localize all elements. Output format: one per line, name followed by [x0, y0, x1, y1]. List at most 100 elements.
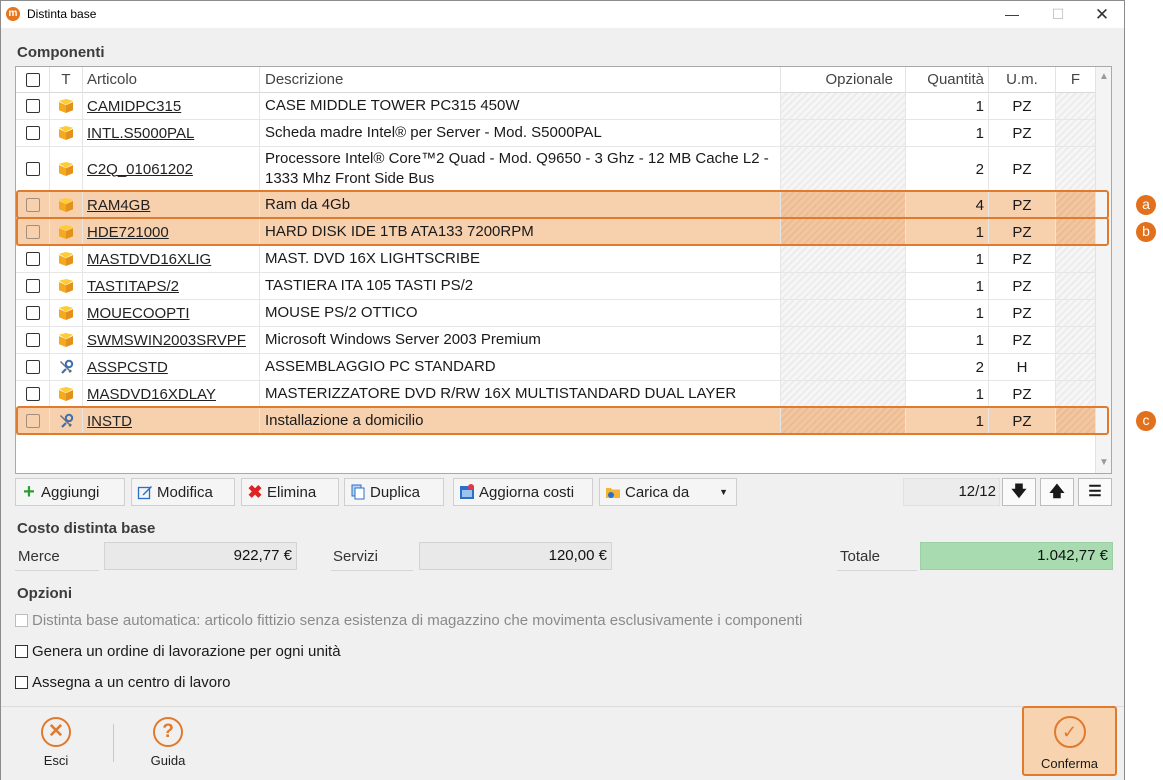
row-checkbox[interactable] — [25, 162, 40, 176]
callout-badge: c — [1136, 411, 1156, 431]
row-article-link[interactable]: INTL.S5000PAL — [83, 120, 260, 146]
load-from-dropdown[interactable]: Carica da ▼ — [599, 478, 737, 506]
row-article-link[interactable]: CAMIDPC315 — [83, 93, 260, 119]
title-bar: m Distinta base — ☐ ✕ — [1, 1, 1124, 28]
row-optional-cell — [781, 246, 906, 272]
col-optional[interactable]: Opzionale — [781, 67, 906, 93]
col-article[interactable]: Articolo — [83, 67, 260, 93]
move-down-button[interactable]: 🡇 — [1002, 478, 1036, 506]
row-article-link[interactable]: MASTDVD16XLIG — [83, 246, 260, 272]
col-quantity[interactable]: Quantità — [906, 67, 989, 93]
row-select-cell — [16, 300, 50, 326]
row-article-link[interactable]: SWMSWIN2003SRVPF — [83, 327, 260, 353]
row-quantity: 1 — [906, 381, 989, 407]
minimize-button[interactable]: — — [989, 1, 1035, 28]
work-center-option[interactable]: Assegna a un centro di lavoro — [15, 674, 230, 691]
options-section-title: Opzioni — [17, 585, 72, 602]
work-order-option[interactable]: Genera un ordine di lavorazione per ogni… — [15, 643, 341, 660]
delete-x-icon: ✖ — [247, 482, 263, 502]
table-row[interactable]: SWMSWIN2003SRVPF Microsoft Windows Server… — [16, 327, 1096, 354]
table-row[interactable]: CAMIDPC315 CASE MIDDLE TOWER PC315 450W 1 P… — [16, 93, 1096, 120]
table-row[interactable]: MASTDVD16XLIG MAST. DVD 16X LIGHTSCRIBE 1 P… — [16, 246, 1096, 273]
move-up-button[interactable]: 🡅 — [1040, 478, 1074, 506]
row-type-cell — [50, 354, 83, 380]
col-f[interactable]: F — [1056, 67, 1096, 93]
edit-icon — [137, 484, 153, 500]
row-article-link[interactable]: TASTITAPS/2 — [83, 273, 260, 299]
row-description: MASTERIZZATORE DVD R/RW 16X MULTISTANDAR… — [260, 381, 781, 407]
table-row[interactable]: INTL.S5000PAL Scheda madre Intel® per Ser… — [16, 120, 1096, 147]
row-unit: PZ — [989, 381, 1056, 407]
row-checkbox[interactable] — [25, 252, 40, 266]
row-f-cell — [1056, 300, 1096, 326]
row-description: MOUSE PS/2 OTTICO — [260, 300, 781, 326]
row-article-link[interactable]: MOUECOOPTI — [83, 300, 260, 326]
row-description: TASTIERA ITA 105 TASTI PS/2 — [260, 273, 781, 299]
row-select-cell — [16, 381, 50, 407]
work-center-checkbox[interactable] — [15, 676, 28, 689]
maximize-button[interactable]: ☐ — [1035, 1, 1081, 28]
select-all-checkbox[interactable] — [25, 73, 40, 88]
add-button[interactable]: + Aggiungi — [15, 478, 125, 506]
work-center-label[interactable]: Assegna a un centro di lavoro — [32, 674, 230, 691]
row-type-cell — [50, 300, 83, 326]
row-f-cell — [1056, 354, 1096, 380]
menu-button[interactable]: ☰ — [1078, 478, 1112, 506]
row-checkbox[interactable] — [25, 279, 40, 293]
total-label-underline — [837, 570, 917, 571]
row-quantity: 2 — [906, 354, 989, 380]
col-description[interactable]: Descrizione — [260, 67, 781, 93]
row-article-link[interactable]: ASSPCSTD — [83, 354, 260, 380]
row-checkbox[interactable] — [25, 126, 40, 140]
row-article-link[interactable]: MASDVD16XDLAY — [83, 381, 260, 407]
work-order-checkbox[interactable] — [15, 645, 28, 658]
row-quantity: 1 — [906, 93, 989, 119]
load-from-label: Carica da — [625, 483, 690, 501]
row-checkbox[interactable] — [25, 99, 40, 113]
delete-button[interactable]: ✖ Elimina — [241, 478, 339, 506]
table-row[interactable]: C2Q_01061202 Processore Intel® Core™2 Qua… — [16, 147, 1096, 192]
duplicate-button[interactable]: Duplica — [344, 478, 444, 506]
confirm-button[interactable]: ✓ Conferma — [1022, 706, 1117, 776]
col-unit[interactable]: U.m. — [989, 67, 1056, 93]
box-icon — [59, 333, 73, 347]
select-all-cell — [16, 67, 50, 93]
row-checkbox[interactable] — [25, 387, 40, 401]
table-row[interactable]: TASTITAPS/2 TASTIERA ITA 105 TASTI PS/2 1 P… — [16, 273, 1096, 300]
table-row[interactable]: MOUECOOPTI MOUSE PS/2 OTTICO 1 PZ — [16, 300, 1096, 327]
work-order-label[interactable]: Genera un ordine di lavorazione per ogni… — [32, 643, 341, 660]
help-button[interactable]: ? Guida — [138, 717, 198, 768]
box-icon — [59, 387, 73, 401]
goods-label-underline — [15, 570, 99, 571]
row-article-link[interactable]: C2Q_01061202 — [83, 147, 260, 191]
exit-button[interactable]: ✕ Esci — [26, 717, 86, 768]
exit-label: Esci — [43, 753, 69, 768]
row-type-cell — [50, 246, 83, 272]
row-checkbox[interactable] — [25, 333, 40, 347]
row-checkbox[interactable] — [25, 306, 40, 320]
row-unit: PZ — [989, 273, 1056, 299]
update-costs-button[interactable]: Aggiorna costi — [453, 478, 593, 506]
goods-value: 922,77 € — [104, 542, 297, 570]
duplicate-icon — [350, 484, 366, 500]
table-row[interactable]: MASDVD16XDLAY MASTERIZZATORE DVD R/RW 16X… — [16, 381, 1096, 408]
confirm-label: Conferma — [1040, 756, 1099, 771]
close-button[interactable]: ✕ — [1079, 1, 1125, 28]
callout-badge: b — [1136, 222, 1156, 242]
edit-button[interactable]: Modifica — [131, 478, 235, 506]
row-checkbox[interactable] — [25, 360, 40, 374]
row-unit: H — [989, 354, 1056, 380]
row-optional-cell — [781, 273, 906, 299]
box-icon — [59, 252, 73, 266]
scroll-up-icon[interactable]: ▲ — [1096, 69, 1111, 85]
services-label: Servizi — [333, 548, 379, 565]
costs-section-title: Costo distinta base — [17, 520, 156, 537]
row-select-cell — [16, 246, 50, 272]
grid-header: T Articolo Descrizione Opzionale Quantit… — [16, 67, 1096, 93]
scroll-down-icon[interactable]: ▼ — [1096, 455, 1111, 471]
services-label-underline — [331, 570, 413, 571]
table-row[interactable]: ASSPCSTD ASSEMBLAGGIO PC STANDARD 2 H — [16, 354, 1096, 381]
row-unit: PZ — [989, 93, 1056, 119]
goods-label: Merce — [18, 548, 60, 565]
col-type[interactable]: T — [50, 67, 83, 93]
